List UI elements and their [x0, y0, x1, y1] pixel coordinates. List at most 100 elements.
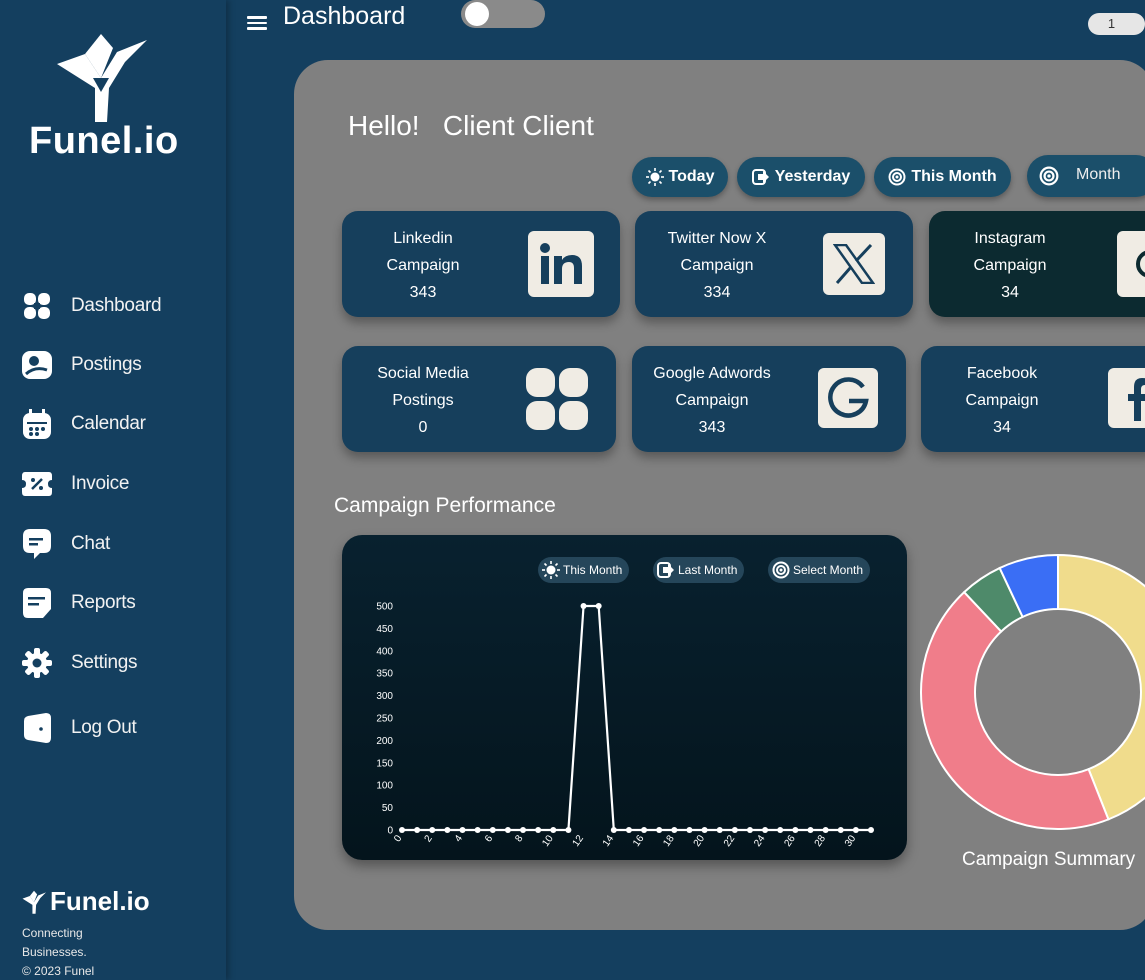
- instagram-icon: [1117, 231, 1145, 297]
- notification-badge[interactable]: 1: [1088, 13, 1145, 35]
- campaign-summary-title: Campaign Summary: [962, 849, 1136, 870]
- target-icon: [888, 168, 906, 186]
- card-title: Instagram: [974, 230, 1046, 247]
- data-point[interactable]: [610, 827, 617, 833]
- sidebar-item-dashboard[interactable]: Dashboard: [20, 288, 162, 324]
- funel-logo-small-icon: [22, 890, 46, 914]
- data-point[interactable]: [807, 827, 814, 833]
- postings-icon: [20, 348, 54, 382]
- sidebar-item-calendar[interactable]: Calendar: [20, 406, 146, 442]
- donut-slice[interactable]: [920, 590, 1110, 830]
- google-icon: [818, 368, 878, 428]
- data-point[interactable]: [504, 827, 511, 833]
- x-tick-label: 20: [692, 833, 708, 849]
- card-title: Google Adwords: [653, 365, 771, 382]
- x-tick-label: 30: [843, 833, 859, 849]
- card-text: Twitter Now X Campaign 334: [637, 225, 797, 306]
- footer-copyright: © 2023 Funel: [22, 964, 95, 978]
- funel-logo-icon: [57, 34, 147, 122]
- data-point[interactable]: [792, 827, 799, 833]
- y-tick-label: 250: [376, 714, 393, 725]
- card-google-adwords[interactable]: Google Adwords Campaign 343: [632, 346, 906, 452]
- data-point[interactable]: [565, 827, 572, 833]
- theme-toggle[interactable]: [461, 0, 545, 28]
- data-point[interactable]: [459, 827, 466, 833]
- card-subtitle: Campaign: [680, 257, 754, 274]
- filter-yesterday-label: Yesterday: [774, 168, 851, 185]
- card-instagram[interactable]: Instagram Campaign 34: [929, 211, 1145, 317]
- data-point[interactable]: [852, 827, 859, 833]
- logo-text[interactable]: Funel.io: [29, 120, 179, 163]
- x-icon: [823, 233, 885, 295]
- sidebar-item-reports[interactable]: Reports: [20, 585, 136, 621]
- data-point[interactable]: [580, 603, 587, 609]
- card-title: Twitter Now X: [667, 230, 767, 247]
- card-subtitle: Campaign: [973, 257, 1047, 274]
- linkedin-icon: [528, 231, 594, 297]
- data-point[interactable]: [868, 827, 874, 833]
- sidebar-item-settings[interactable]: Settings: [20, 645, 138, 681]
- sidebar-item-invoice[interactable]: Invoice: [20, 466, 129, 502]
- sidebar-item-chat[interactable]: Chat: [20, 526, 110, 562]
- data-point[interactable]: [474, 827, 481, 833]
- filter-this-month-label: This Month: [911, 168, 997, 185]
- data-point[interactable]: [429, 827, 436, 833]
- x-tick-label: 2: [423, 833, 435, 844]
- card-subtitle: Campaign: [675, 392, 749, 409]
- y-tick-label: 500: [376, 602, 393, 613]
- y-tick-label: 200: [376, 736, 393, 747]
- performance-line-chart: 0501001502002503003504004505000 2 4 6 8 10 12 1…: [376, 602, 874, 849]
- data-point[interactable]: [625, 827, 632, 833]
- data-point[interactable]: [746, 827, 753, 833]
- filter-today-button[interactable]: Today: [632, 157, 728, 197]
- data-point[interactable]: [444, 827, 451, 833]
- logout-icon: [20, 711, 54, 745]
- card-text: Social Media Postings 0: [343, 360, 503, 441]
- card-value: 34: [993, 419, 1011, 436]
- data-point[interactable]: [641, 827, 648, 833]
- gear-icon: [20, 646, 54, 680]
- data-point[interactable]: [762, 827, 769, 833]
- y-tick-label: 0: [387, 826, 393, 837]
- sidebar: Funel.io Dashboard Postings Calendar Inv…: [0, 0, 226, 980]
- data-point[interactable]: [595, 603, 602, 609]
- target-icon: [1039, 166, 1059, 191]
- campaign-summary-donut-chart: [920, 553, 1145, 830]
- data-point[interactable]: [686, 827, 693, 833]
- page-title: Dashboard: [283, 2, 406, 30]
- data-point[interactable]: [550, 827, 557, 833]
- sidebar-item-label: Postings: [71, 354, 142, 375]
- data-point[interactable]: [414, 827, 421, 833]
- card-text: Facebook Campaign 34: [922, 360, 1082, 441]
- data-point[interactable]: [731, 827, 738, 833]
- card-facebook[interactable]: Facebook Campaign 34: [921, 346, 1145, 452]
- card-linkedin[interactable]: Linkedin Campaign 343: [342, 211, 620, 317]
- card-value: 0: [418, 419, 428, 436]
- sidebar-item-label: Log Out: [71, 717, 137, 738]
- sidebar-item-logout[interactable]: Log Out: [20, 710, 137, 746]
- data-point[interactable]: [716, 827, 723, 833]
- filter-yesterday-button[interactable]: Yesterday: [737, 157, 865, 197]
- filter-this-month-button[interactable]: This Month: [874, 157, 1011, 197]
- data-point[interactable]: [777, 827, 784, 833]
- data-point[interactable]: [489, 827, 496, 833]
- x-tick-label: 8: [513, 833, 525, 844]
- hamburger-menu-icon[interactable]: [247, 13, 267, 33]
- card-subtitle: Campaign: [386, 257, 460, 274]
- card-twitter-x[interactable]: Twitter Now X Campaign 334: [635, 211, 913, 317]
- card-social-media-postings[interactable]: Social Media Postings 0: [342, 346, 616, 452]
- data-point[interactable]: [822, 827, 829, 833]
- data-point[interactable]: [656, 827, 663, 833]
- reports-icon: [20, 586, 54, 620]
- footer-tagline-1: Connecting: [22, 926, 83, 940]
- data-point[interactable]: [701, 827, 708, 833]
- sidebar-item-postings[interactable]: Postings: [20, 347, 142, 383]
- data-point[interactable]: [535, 827, 542, 833]
- y-tick-label: 100: [376, 781, 393, 792]
- data-point[interactable]: [520, 827, 527, 833]
- month-select[interactable]: Month: [1027, 155, 1145, 197]
- data-point[interactable]: [671, 827, 678, 833]
- data-point[interactable]: [399, 827, 405, 833]
- data-point[interactable]: [837, 827, 844, 833]
- sun-icon: [645, 168, 664, 186]
